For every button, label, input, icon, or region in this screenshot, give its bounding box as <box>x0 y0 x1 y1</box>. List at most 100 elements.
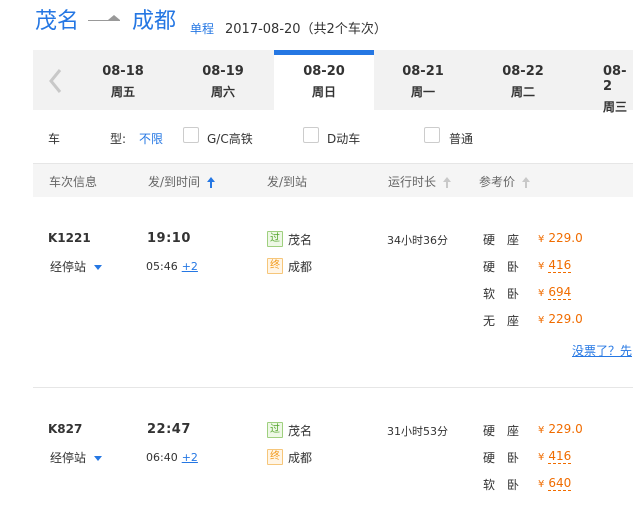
col-time-label: 发/到时间 <box>148 175 201 189</box>
no-ticket-link[interactable]: 没票了？先 <box>572 342 633 359</box>
filter-any[interactable]: 不限 <box>139 130 163 147</box>
checkbox-d[interactable] <box>303 127 319 143</box>
price-value: 416 <box>548 258 572 273</box>
yen-symbol: ¥ <box>538 315 545 326</box>
col-duration[interactable]: 运行时长 <box>388 173 451 190</box>
date-tab-weekday: 周一 <box>410 85 435 99</box>
plus-days-link[interactable]: +2 <box>182 451 198 464</box>
from-station[interactable]: 茂名 <box>288 231 312 248</box>
pass-through-badge: 过 <box>267 422 283 438</box>
seat-class: 硬座 <box>483 233 532 247</box>
seat-price: ¥229.0 <box>538 422 583 436</box>
price-value: 694 <box>548 285 572 300</box>
date-tab-weekday: 周五 <box>110 85 135 99</box>
stops-dropdown[interactable]: 经停站 <box>50 258 103 275</box>
seat-class: 软卧 <box>483 287 532 301</box>
filter-type-label-2: 型: <box>110 132 127 146</box>
departure-time: 22:47 <box>147 422 191 437</box>
date-tab-date: 08-21 <box>402 64 444 79</box>
caret-down-icon <box>94 456 103 461</box>
arrival-time-cell: 05:46 +2 <box>146 260 198 273</box>
seat-price: ¥229.0 <box>538 312 583 326</box>
yen-symbol: ¥ <box>538 261 545 272</box>
yen-symbol: ¥ <box>538 234 545 245</box>
trip-type: 单程 <box>190 22 215 36</box>
run-duration: 34小时36分 <box>387 234 448 247</box>
arrival-time: 05:46 <box>146 260 178 273</box>
stops-dropdown[interactable]: 经停站 <box>50 449 103 466</box>
date-tab[interactable]: 08-21 周一 <box>373 50 473 110</box>
date-tab-date: 08-18 <box>102 64 144 79</box>
arrival-time: 06:40 <box>146 451 178 464</box>
filter-type-label: 车 <box>48 132 61 146</box>
seat-class: 硬卧 <box>483 260 532 274</box>
date-tab-weekday: 周三 <box>603 100 628 114</box>
date-tab[interactable]: 08-19 周六 <box>173 50 273 110</box>
price-value: 229.0 <box>548 312 583 326</box>
seat-price[interactable]: ¥694 <box>538 285 572 300</box>
sort-icon <box>521 177 530 188</box>
to-station[interactable]: 成都 <box>288 449 312 466</box>
pass-through-badge: 过 <box>267 231 283 247</box>
date-tab[interactable]: 08-18 周五 <box>73 50 173 110</box>
col-price[interactable]: 参考价 <box>479 173 530 190</box>
date-tab-date: 08-22 <box>502 64 544 79</box>
table-header <box>33 163 633 197</box>
from-city: 茂名 <box>35 9 80 34</box>
date-tab[interactable]: 08-2 周三 <box>573 50 633 114</box>
stops-label: 经停站 <box>50 260 87 274</box>
col-duration-label: 运行时长 <box>388 175 437 189</box>
departure-time: 19:10 <box>147 231 191 246</box>
price-value: 640 <box>548 476 572 491</box>
checkbox-normal[interactable] <box>424 127 440 143</box>
row-divider <box>33 387 633 388</box>
sort-up-active-icon <box>206 177 215 188</box>
to-city: 成都 <box>132 9 177 34</box>
route-arrow-icon <box>88 15 120 22</box>
yen-symbol: ¥ <box>538 452 545 463</box>
checkbox-gc-label: G/C高铁 <box>207 132 253 146</box>
plus-days-link[interactable]: +2 <box>182 260 198 273</box>
seat-price[interactable]: ¥416 <box>538 258 572 273</box>
col-station: 发/到站 <box>267 175 308 189</box>
yen-symbol: ¥ <box>538 479 545 490</box>
checkbox-normal-label: 普通 <box>449 132 474 146</box>
to-station[interactable]: 成都 <box>288 258 312 275</box>
seat-class: 硬座 <box>483 424 532 438</box>
caret-down-icon <box>94 265 103 270</box>
seat-class: 无座 <box>483 314 532 328</box>
arrival-time-cell: 06:40 +2 <box>146 451 198 464</box>
date-tab-date: 08-20 <box>303 64 345 79</box>
seat-price: ¥229.0 <box>538 231 583 245</box>
stops-label: 经停站 <box>50 451 87 465</box>
trip-summary: 2017-08-20（共2个车次） <box>225 22 387 37</box>
yen-symbol: ¥ <box>538 425 545 436</box>
from-station[interactable]: 茂名 <box>288 422 312 439</box>
date-tab-weekday: 周二 <box>510 85 535 99</box>
run-duration: 31小时53分 <box>387 425 448 438</box>
col-price-label: 参考价 <box>479 175 516 189</box>
date-tab-date: 08-2 <box>603 64 627 94</box>
checkbox-gc[interactable] <box>183 127 199 143</box>
chevron-left-icon <box>49 69 62 93</box>
seat-price[interactable]: ¥416 <box>538 449 572 464</box>
yen-symbol: ¥ <box>538 288 545 299</box>
col-time[interactable]: 发/到时间 <box>148 173 215 190</box>
price-value: 229.0 <box>548 422 583 436</box>
train-number[interactable]: K1221 <box>48 231 91 245</box>
seat-class: 软卧 <box>483 478 532 492</box>
train-number[interactable]: K827 <box>48 422 82 436</box>
date-tab-weekday: 周六 <box>210 85 235 99</box>
seat-price[interactable]: ¥640 <box>538 476 572 491</box>
checkbox-d-label: D动车 <box>327 132 361 146</box>
price-value: 229.0 <box>548 231 583 245</box>
seat-class: 硬卧 <box>483 451 532 465</box>
date-tab-date: 08-19 <box>202 64 244 79</box>
date-tab[interactable]: 08-22 周二 <box>473 50 573 110</box>
sort-icon <box>442 177 451 188</box>
price-value: 416 <box>548 449 572 464</box>
date-tab[interactable]: 08-20 周日 <box>274 50 374 110</box>
terminal-badge: 终 <box>267 258 283 274</box>
previous-dates-button[interactable] <box>44 66 68 96</box>
terminal-badge: 终 <box>267 449 283 465</box>
